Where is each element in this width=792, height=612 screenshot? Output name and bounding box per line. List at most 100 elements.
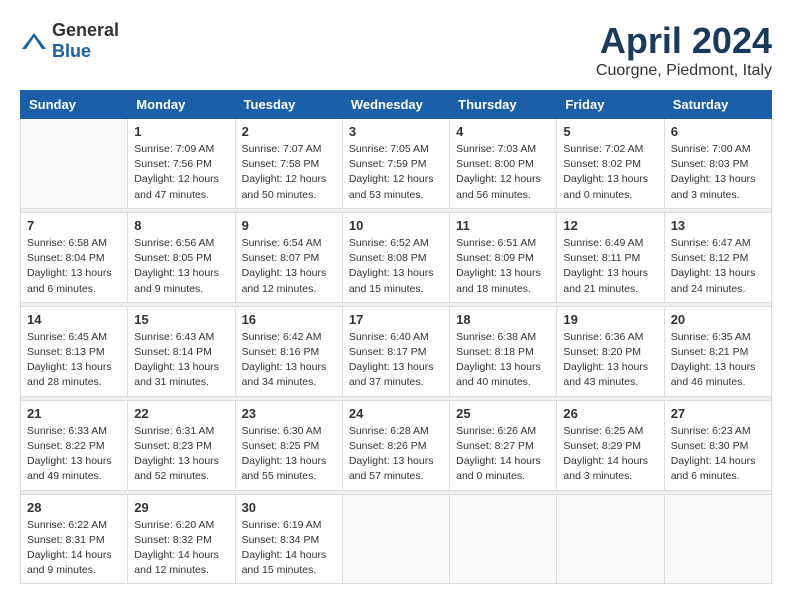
day-number: 5: [563, 124, 657, 139]
day-cell: [21, 119, 128, 209]
day-cell: 25Sunrise: 6:26 AM Sunset: 8:27 PM Dayli…: [450, 400, 557, 490]
day-cell: 2 Sunrise: 7:07 AM Sunset: 7:58 PM Daylig…: [235, 119, 342, 209]
day-cell: 12Sunrise: 6:49 AM Sunset: 8:11 PM Dayli…: [557, 212, 664, 302]
day-cell: 30 Sunrise: 6:19 AM Sunset: 8:34 PM Dayli…: [235, 494, 342, 584]
day-content: Sunrise: 6:35 AM Sunset: 8:21 PM Dayligh…: [671, 330, 765, 391]
day-number: 30: [242, 500, 336, 515]
day-number: 15: [134, 312, 228, 327]
day-cell: 6Sunrise: 7:00 AM Sunset: 8:03 PM Daylig…: [664, 119, 771, 209]
logo-icon: [20, 31, 48, 51]
logo-blue: Blue: [52, 41, 91, 61]
day-content: Sunrise: 6:30 AM Sunset: 8:25 PM Dayligh…: [242, 424, 336, 485]
day-cell: 20 Sunrise: 6:35 AM Sunset: 8:21 PM Dayli…: [664, 306, 771, 396]
day-cell: 15Sunrise: 6:43 AM Sunset: 8:14 PM Dayli…: [128, 306, 235, 396]
day-content: Sunrise: 6:42 AM Sunset: 8:16 PM Dayligh…: [242, 330, 336, 391]
day-content: Sunrise: 6:40 AM Sunset: 8:17 PM Dayligh…: [349, 330, 443, 391]
day-cell: 26 Sunrise: 6:25 AM Sunset: 8:29 PM Dayli…: [557, 400, 664, 490]
day-content: Sunrise: 7:00 AM Sunset: 8:03 PM Dayligh…: [671, 142, 765, 203]
day-number: 24: [349, 406, 443, 421]
day-cell: 11Sunrise: 6:51 AM Sunset: 8:09 PM Dayli…: [450, 212, 557, 302]
day-content: Sunrise: 6:23 AM Sunset: 8:30 PM Dayligh…: [671, 424, 765, 485]
day-content: Sunrise: 6:19 AM Sunset: 8:34 PM Dayligh…: [242, 518, 336, 579]
day-cell: 4Sunrise: 7:03 AM Sunset: 8:00 PM Daylig…: [450, 119, 557, 209]
day-cell: 3 Sunrise: 7:05 AM Sunset: 7:59 PM Daylig…: [342, 119, 449, 209]
day-number: 26: [563, 406, 657, 421]
day-number: 3: [349, 124, 443, 139]
calendar-table: SundayMondayTuesdayWednesdayThursdayFrid…: [20, 90, 772, 584]
day-content: Sunrise: 6:38 AM Sunset: 8:18 PM Dayligh…: [456, 330, 550, 391]
week-row-1: 1Sunrise: 7:09 AM Sunset: 7:56 PM Daylig…: [21, 119, 772, 209]
day-cell: [664, 494, 771, 584]
day-cell: 27 Sunrise: 6:23 AM Sunset: 8:30 PM Dayli…: [664, 400, 771, 490]
day-cell: 9Sunrise: 6:54 AM Sunset: 8:07 PM Daylig…: [235, 212, 342, 302]
day-cell: 14 Sunrise: 6:45 AM Sunset: 8:13 PM Dayli…: [21, 306, 128, 396]
week-row-3: 14 Sunrise: 6:45 AM Sunset: 8:13 PM Dayli…: [21, 306, 772, 396]
day-number: 27: [671, 406, 765, 421]
day-number: 22: [134, 406, 228, 421]
day-number: 2: [242, 124, 336, 139]
day-number: 16: [242, 312, 336, 327]
day-number: 10: [349, 218, 443, 233]
day-cell: 21Sunrise: 6:33 AM Sunset: 8:22 PM Dayli…: [21, 400, 128, 490]
day-number: 23: [242, 406, 336, 421]
day-cell: [557, 494, 664, 584]
col-header-saturday: Saturday: [664, 91, 771, 119]
week-row-4: 21Sunrise: 6:33 AM Sunset: 8:22 PM Dayli…: [21, 400, 772, 490]
week-row-5: 28 Sunrise: 6:22 AM Sunset: 8:31 PM Dayli…: [21, 494, 772, 584]
day-content: Sunrise: 6:25 AM Sunset: 8:29 PM Dayligh…: [563, 424, 657, 485]
day-content: Sunrise: 6:49 AM Sunset: 8:11 PM Dayligh…: [563, 236, 657, 297]
day-content: Sunrise: 6:36 AM Sunset: 8:20 PM Dayligh…: [563, 330, 657, 391]
day-cell: 17Sunrise: 6:40 AM Sunset: 8:17 PM Dayli…: [342, 306, 449, 396]
day-content: Sunrise: 6:58 AM Sunset: 8:04 PM Dayligh…: [27, 236, 121, 297]
day-cell: 19 Sunrise: 6:36 AM Sunset: 8:20 PM Dayli…: [557, 306, 664, 396]
day-number: 14: [27, 312, 121, 327]
day-content: Sunrise: 7:05 AM Sunset: 7:59 PM Dayligh…: [349, 142, 443, 203]
day-cell: [450, 494, 557, 584]
day-cell: 29 Sunrise: 6:20 AM Sunset: 8:32 PM Dayli…: [128, 494, 235, 584]
day-cell: 23 Sunrise: 6:30 AM Sunset: 8:25 PM Dayli…: [235, 400, 342, 490]
calendar-subtitle: Cuorgne, Piedmont, Italy: [596, 62, 772, 80]
day-cell: 8Sunrise: 6:56 AM Sunset: 8:05 PM Daylig…: [128, 212, 235, 302]
day-content: Sunrise: 7:09 AM Sunset: 7:56 PM Dayligh…: [134, 142, 228, 203]
day-number: 7: [27, 218, 121, 233]
day-number: 4: [456, 124, 550, 139]
day-content: Sunrise: 6:54 AM Sunset: 8:07 PM Dayligh…: [242, 236, 336, 297]
day-cell: 5Sunrise: 7:02 AM Sunset: 8:02 PM Daylig…: [557, 119, 664, 209]
logo-general: General: [52, 20, 119, 40]
header-row: SundayMondayTuesdayWednesdayThursdayFrid…: [21, 91, 772, 119]
day-cell: 22 Sunrise: 6:31 AM Sunset: 8:23 PM Dayli…: [128, 400, 235, 490]
day-cell: 7 Sunrise: 6:58 AM Sunset: 8:04 PM Daylig…: [21, 212, 128, 302]
day-number: 8: [134, 218, 228, 233]
day-number: 29: [134, 500, 228, 515]
day-number: 13: [671, 218, 765, 233]
calendar-title: April 2024: [596, 20, 772, 62]
logo: General Blue: [20, 20, 119, 62]
day-number: 20: [671, 312, 765, 327]
day-content: Sunrise: 7:07 AM Sunset: 7:58 PM Dayligh…: [242, 142, 336, 203]
day-cell: 24 Sunrise: 6:28 AM Sunset: 8:26 PM Dayli…: [342, 400, 449, 490]
day-cell: 18 Sunrise: 6:38 AM Sunset: 8:18 PM Dayli…: [450, 306, 557, 396]
week-row-2: 7 Sunrise: 6:58 AM Sunset: 8:04 PM Daylig…: [21, 212, 772, 302]
day-content: Sunrise: 6:31 AM Sunset: 8:23 PM Dayligh…: [134, 424, 228, 485]
day-number: 21: [27, 406, 121, 421]
day-cell: 1Sunrise: 7:09 AM Sunset: 7:56 PM Daylig…: [128, 119, 235, 209]
title-area: April 2024 Cuorgne, Piedmont, Italy: [596, 20, 772, 80]
day-content: Sunrise: 6:45 AM Sunset: 8:13 PM Dayligh…: [27, 330, 121, 391]
col-header-sunday: Sunday: [21, 91, 128, 119]
col-header-wednesday: Wednesday: [342, 91, 449, 119]
day-content: Sunrise: 6:52 AM Sunset: 8:08 PM Dayligh…: [349, 236, 443, 297]
col-header-monday: Monday: [128, 91, 235, 119]
day-number: 19: [563, 312, 657, 327]
day-content: Sunrise: 6:47 AM Sunset: 8:12 PM Dayligh…: [671, 236, 765, 297]
col-header-tuesday: Tuesday: [235, 91, 342, 119]
day-cell: 10 Sunrise: 6:52 AM Sunset: 8:08 PM Dayli…: [342, 212, 449, 302]
day-number: 25: [456, 406, 550, 421]
day-number: 28: [27, 500, 121, 515]
day-content: Sunrise: 6:28 AM Sunset: 8:26 PM Dayligh…: [349, 424, 443, 485]
day-cell: [342, 494, 449, 584]
day-cell: 16 Sunrise: 6:42 AM Sunset: 8:16 PM Dayli…: [235, 306, 342, 396]
day-number: 18: [456, 312, 550, 327]
day-cell: 28 Sunrise: 6:22 AM Sunset: 8:31 PM Dayli…: [21, 494, 128, 584]
day-content: Sunrise: 6:22 AM Sunset: 8:31 PM Dayligh…: [27, 518, 121, 579]
day-content: Sunrise: 6:20 AM Sunset: 8:32 PM Dayligh…: [134, 518, 228, 579]
